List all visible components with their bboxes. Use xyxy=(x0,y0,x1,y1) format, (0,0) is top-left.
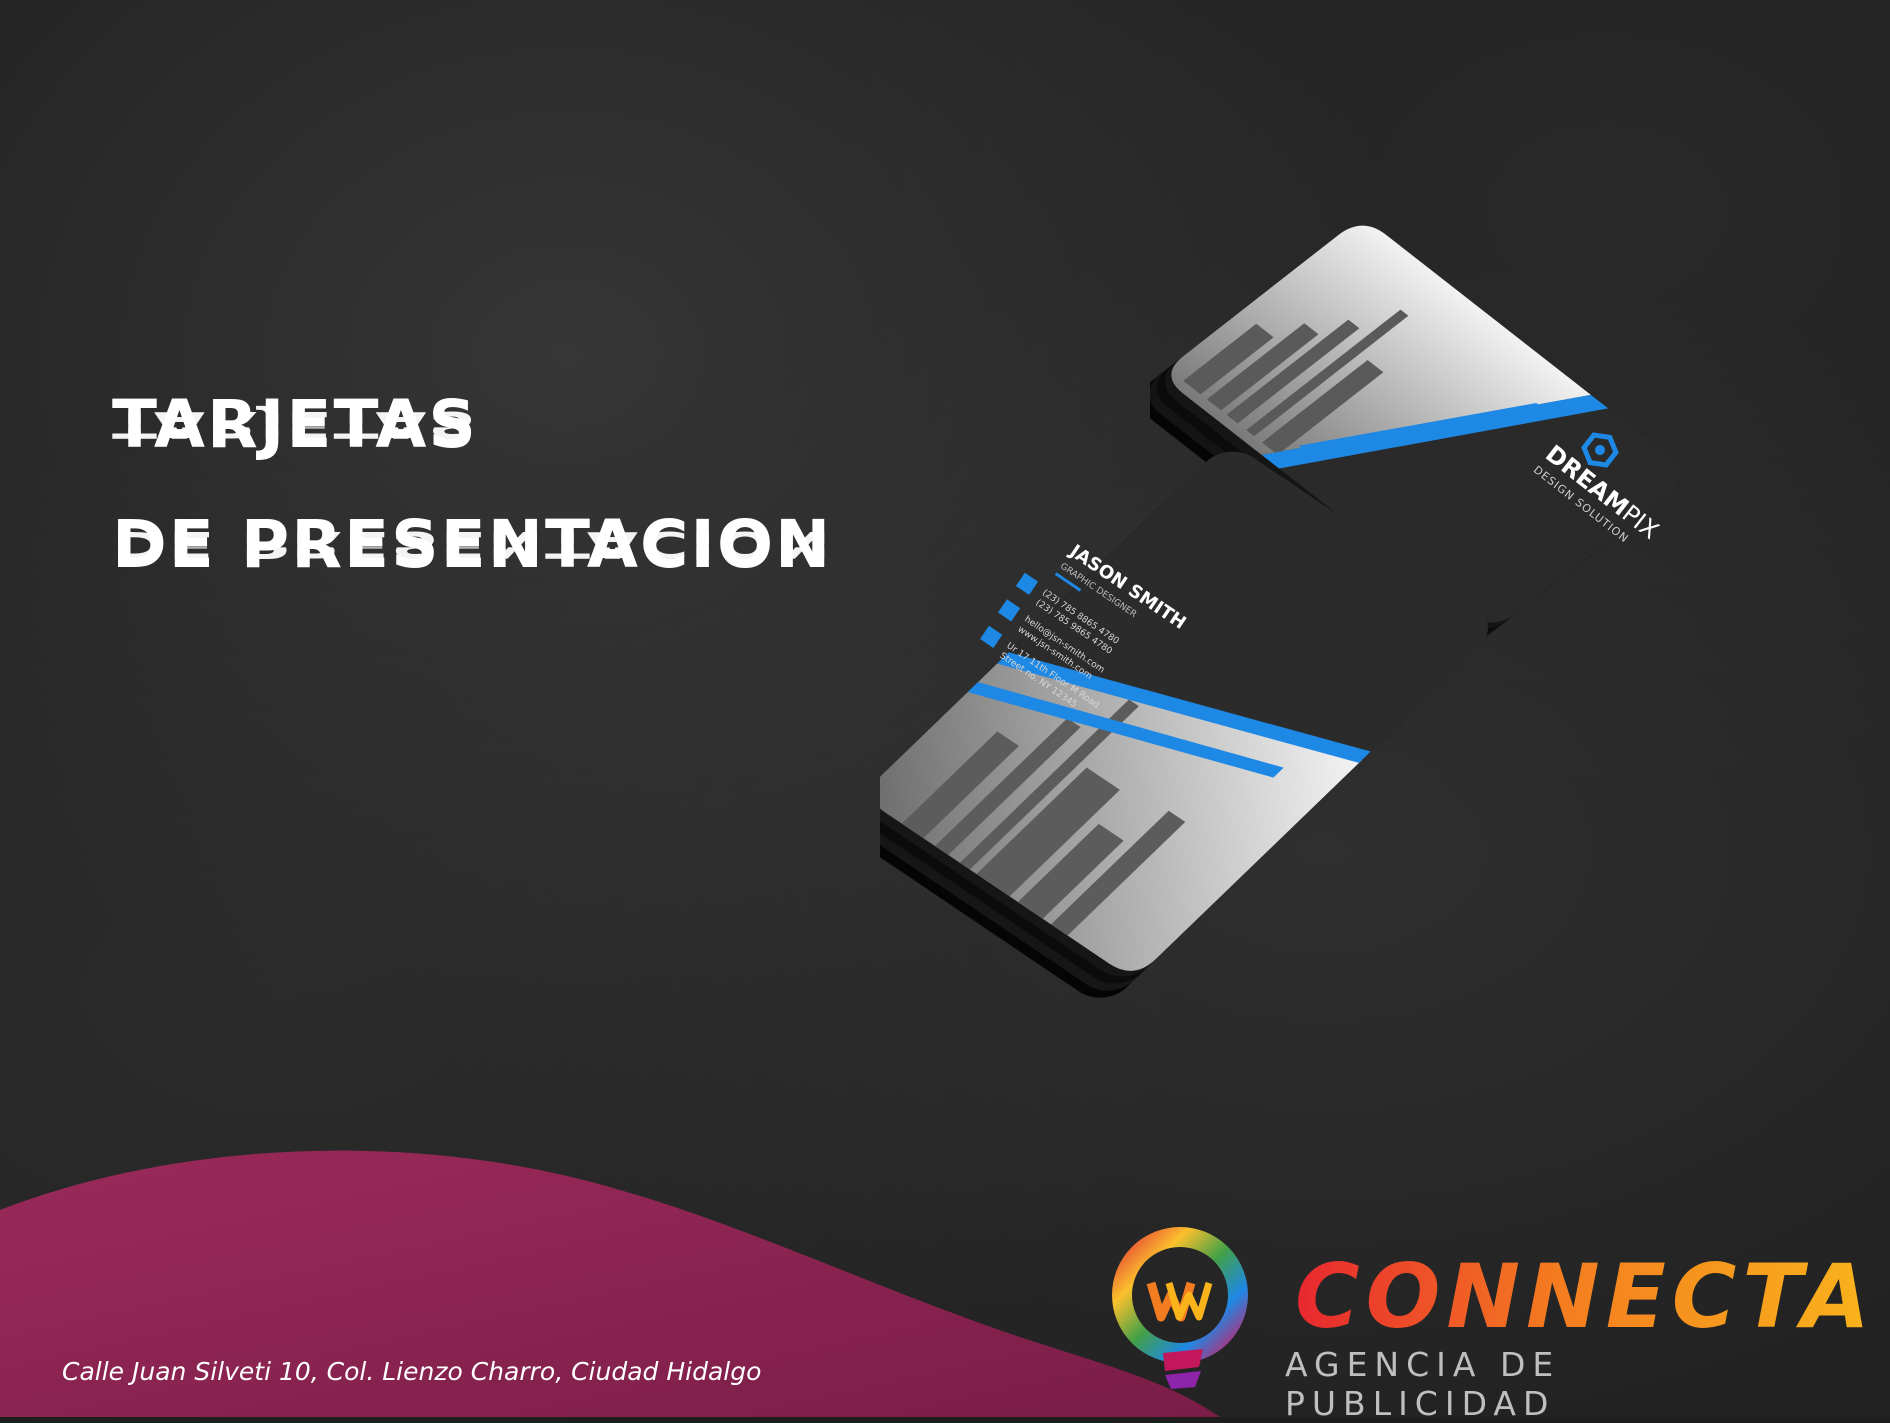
business-card-front-stack: JASON SMITH GRAPHIC DESIGNER (23) 785 88… xyxy=(880,451,1488,998)
brand-tagline: AGENCIA DE PUBLICIDAD xyxy=(1285,1345,1561,1423)
globe-icon xyxy=(997,599,1021,622)
brand-name: CONNECTA xyxy=(1295,1245,1876,1348)
connecta-logo: CONNECTA AGENCIA DE PUBLICIDAD xyxy=(1105,1225,1870,1423)
phone-icon xyxy=(1015,572,1039,595)
headline-line-1-reflection: TARJETAS xyxy=(112,402,478,446)
lightbulb-logo-icon xyxy=(1112,1227,1248,1389)
location-pin-icon xyxy=(980,625,1003,648)
headline-line-2-reflection: DE PRESENTACION xyxy=(112,522,833,566)
page-headline: TARJETAS TARJETAS DE PRESENTACION DE PRE… xyxy=(112,392,832,632)
footer-address: Calle Juan Silveti 10, Col. Lienzo Charr… xyxy=(62,1357,762,1386)
headline-line-1: TARJETAS TARJETAS xyxy=(112,392,832,512)
headline-line-2: DE PRESENTACION DE PRESENTACION xyxy=(112,512,832,632)
